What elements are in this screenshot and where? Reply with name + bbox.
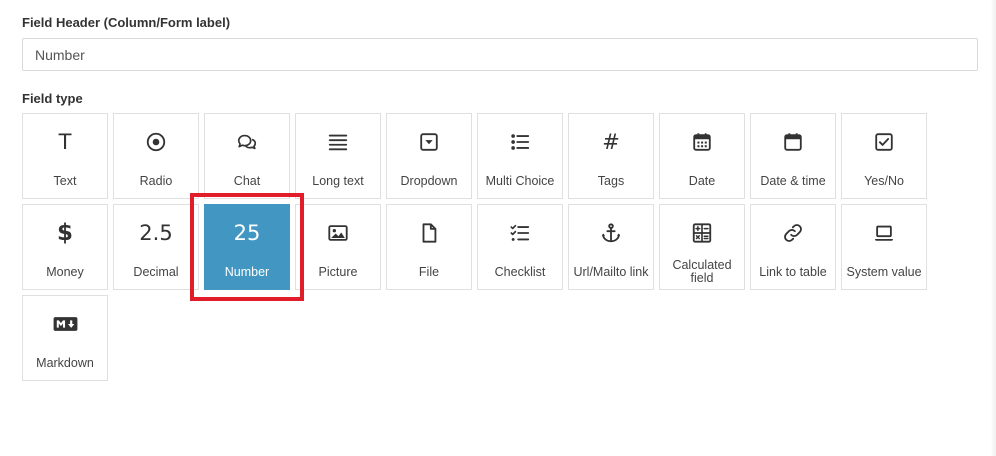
field-type-label-date-time: Date & time (760, 173, 826, 188)
field-header-label: Field Header (Column/Form label) (22, 15, 231, 30)
checkbox-icon (842, 129, 926, 155)
calendar-clock-icon (751, 129, 835, 155)
field-type-label-picture: Picture (318, 264, 358, 279)
laptop-icon (842, 220, 926, 246)
dollar-icon: $ (56, 220, 73, 246)
field-type-label-decimal: Decimal (133, 264, 179, 279)
field-type-label-text: Text (53, 173, 77, 188)
field-type-date-time[interactable]: Date & time (750, 113, 836, 199)
field-type-label-tags: Tags (597, 173, 625, 188)
field-type-picture[interactable]: Picture (295, 204, 381, 290)
field-type-decimal[interactable]: 2.5 Decimal (113, 204, 199, 290)
field-type-label-checklist: Checklist (494, 264, 546, 279)
field-type-label-number: Number (224, 264, 270, 279)
calculator-icon (660, 220, 744, 246)
field-type-label-yes-no: Yes/No (864, 173, 904, 188)
field-type-markdown[interactable]: Markdown (22, 295, 108, 381)
chat-icon (205, 129, 289, 155)
field-type-label-date: Date (688, 173, 716, 188)
field-type-grid: T Text Radio Chat Long text Dropdown Mul… (22, 113, 927, 381)
field-type-multi-choice[interactable]: Multi Choice (477, 113, 563, 199)
field-type-label-system-value: System value (846, 264, 922, 279)
field-type-label-chat: Chat (233, 173, 261, 188)
field-type-tags[interactable]: # Tags (568, 113, 654, 199)
field-type-chat[interactable]: Chat (204, 113, 290, 199)
hash-icon: # (602, 130, 620, 154)
field-type-label-long-text: Long text (312, 173, 364, 188)
field-type-long-text[interactable]: Long text (295, 113, 381, 199)
text-icon: T (58, 130, 72, 154)
field-header-input[interactable] (22, 38, 978, 71)
number-icon: 25 (233, 221, 261, 245)
field-type-dropdown[interactable]: Dropdown (386, 113, 472, 199)
field-type-money[interactable]: $ Money (22, 204, 108, 290)
field-type-label-money: Money (46, 264, 84, 279)
field-type-yes-no[interactable]: Yes/No (841, 113, 927, 199)
radio-icon (114, 129, 198, 155)
field-type-number[interactable]: 25 Number (204, 204, 290, 290)
field-type-checklist[interactable]: Checklist (477, 204, 563, 290)
checklist-icon (478, 220, 562, 246)
decimal-icon: 2.5 (139, 221, 173, 245)
markdown-icon (23, 311, 107, 337)
file-icon (387, 220, 471, 246)
field-type-radio[interactable]: Radio (113, 113, 199, 199)
field-type-url-link[interactable]: Url/Mailto link (568, 204, 654, 290)
field-type-file[interactable]: File (386, 204, 472, 290)
calendar-icon (660, 129, 744, 155)
field-type-label-calculated: Calculated field (672, 258, 732, 285)
anchor-icon (569, 220, 653, 246)
field-type-label-radio: Radio (139, 173, 173, 188)
multi-choice-icon (478, 129, 562, 155)
field-type-label-markdown: Markdown (36, 355, 94, 370)
link-icon (751, 220, 835, 246)
panel-edge-shadow (990, 0, 996, 456)
dropdown-icon (387, 129, 471, 155)
field-type-system-value[interactable]: System value (841, 204, 927, 290)
field-type-label-dropdown: Dropdown (400, 173, 458, 188)
field-type-label: Field type (22, 91, 83, 106)
field-type-text[interactable]: T Text (22, 113, 108, 199)
field-type-calculated[interactable]: Calculated field (659, 204, 745, 290)
field-type-label-file: File (418, 264, 440, 279)
field-type-link-to-table[interactable]: Link to table (750, 204, 836, 290)
field-type-label-link-to-table: Link to table (759, 264, 827, 279)
field-type-date[interactable]: Date (659, 113, 745, 199)
long-text-icon (296, 129, 380, 155)
field-type-label-url-link: Url/Mailto link (573, 264, 649, 279)
field-type-label-multi-choice: Multi Choice (485, 173, 555, 188)
image-icon (296, 220, 380, 246)
